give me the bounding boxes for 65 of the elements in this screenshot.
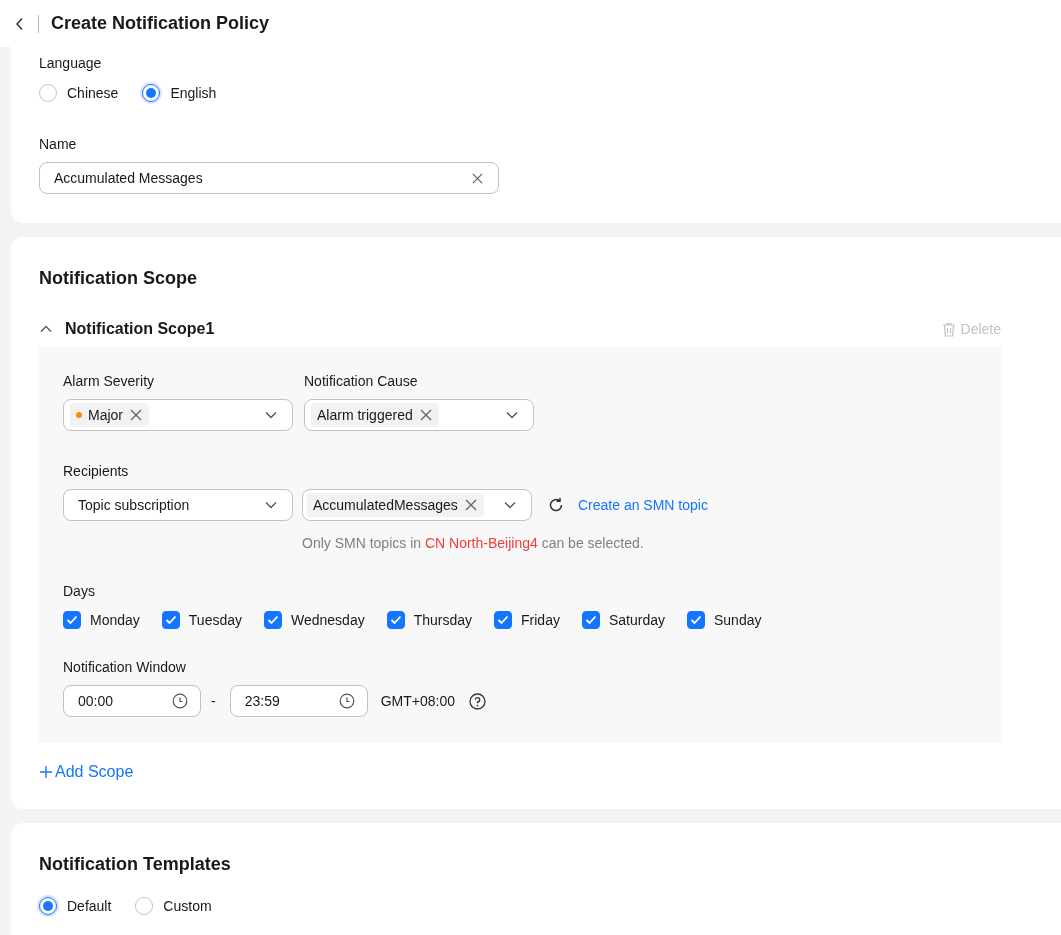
- topic-select[interactable]: AccumulatedMessages: [302, 489, 532, 521]
- field-label: Days: [63, 583, 96, 599]
- topic-hint: Only SMN topics in CN North-Beijing4 can be selected.: [302, 535, 645, 551]
- plus-icon: [39, 765, 53, 779]
- trash-icon: [941, 321, 956, 337]
- checkbox[interactable]: [264, 611, 282, 629]
- close-icon[interactable]: [463, 498, 478, 512]
- radio-option[interactable]: Default: [39, 897, 112, 915]
- end-time-field[interactable]: 23:59: [229, 685, 368, 717]
- check-icon: [66, 615, 78, 625]
- checkbox[interactable]: [386, 611, 405, 629]
- radio-option[interactable]: English: [142, 84, 217, 102]
- close-icon[interactable]: [418, 408, 433, 422]
- start-time-field[interactable]: 00:00: [63, 685, 201, 717]
- field-label: Notification Cause: [304, 373, 419, 389]
- topic-tag: AccumulatedMessages: [307, 493, 484, 517]
- radio-button[interactable]: [39, 84, 57, 102]
- check-icon: [584, 615, 597, 625]
- field-label: Alarm Severity: [63, 373, 156, 389]
- help-icon[interactable]: [469, 692, 486, 710]
- name-input-field[interactable]: Accumulated Messages: [39, 162, 499, 194]
- checkbox[interactable]: [581, 611, 600, 629]
- day-checkbox-option[interactable]: Wednesday: [264, 611, 365, 629]
- checkbox[interactable]: [63, 611, 81, 629]
- day-checkbox-option[interactable]: Saturday: [581, 611, 665, 629]
- radio-button[interactable]: [142, 84, 161, 102]
- section-title: Notification Templates: [39, 854, 232, 875]
- cause-select[interactable]: Alarm triggered: [304, 399, 534, 431]
- checkbox[interactable]: [687, 611, 705, 629]
- field-label: Notification Window: [63, 659, 187, 675]
- radio-button[interactable]: [135, 897, 154, 915]
- day-checkbox-option[interactable]: Monday: [63, 611, 140, 629]
- radio-button[interactable]: [39, 897, 57, 915]
- field-label: Recipients: [63, 463, 130, 479]
- severity-select[interactable]: Major: [63, 399, 293, 431]
- check-icon: [497, 615, 510, 625]
- range-separator: -: [211, 693, 216, 709]
- day-checkbox-option[interactable]: Friday: [494, 611, 560, 629]
- check-icon: [164, 615, 177, 625]
- field-label: Language: [39, 55, 103, 71]
- timezone-label: GMT+08:00: [380, 693, 455, 709]
- radio-option[interactable]: Chinese: [39, 84, 119, 102]
- severity-tag: Major: [70, 403, 149, 427]
- day-checkbox-option[interactable]: Thursday: [386, 611, 473, 629]
- close-icon[interactable]: [129, 408, 143, 422]
- radio-option[interactable]: Custom: [135, 897, 212, 915]
- field-label: Name: [39, 136, 78, 152]
- clock-icon: [172, 693, 188, 709]
- scope-toggle[interactable]: Notification Scope1: [39, 320, 215, 338]
- cause-tag: Alarm triggered: [311, 403, 439, 427]
- create-topic-link[interactable]: Create an SMN topic: [578, 497, 708, 513]
- recipient-type-select[interactable]: Topic subscription: [63, 489, 293, 521]
- section-title: Notification Scope: [39, 268, 198, 289]
- add-scope-button[interactable]: Add Scope: [39, 763, 134, 781]
- close-icon[interactable]: [471, 171, 484, 185]
- day-checkbox-option[interactable]: Sunday: [687, 611, 762, 629]
- check-icon: [389, 615, 402, 625]
- checkbox[interactable]: [161, 611, 180, 629]
- page-title: Create Notification Policy: [51, 13, 270, 34]
- check-icon: [690, 615, 702, 625]
- refresh-icon[interactable]: [547, 496, 565, 514]
- day-checkbox-option[interactable]: Tuesday: [161, 611, 242, 629]
- clock-icon: [338, 693, 355, 709]
- check-icon: [267, 615, 279, 625]
- checkbox[interactable]: [494, 611, 513, 629]
